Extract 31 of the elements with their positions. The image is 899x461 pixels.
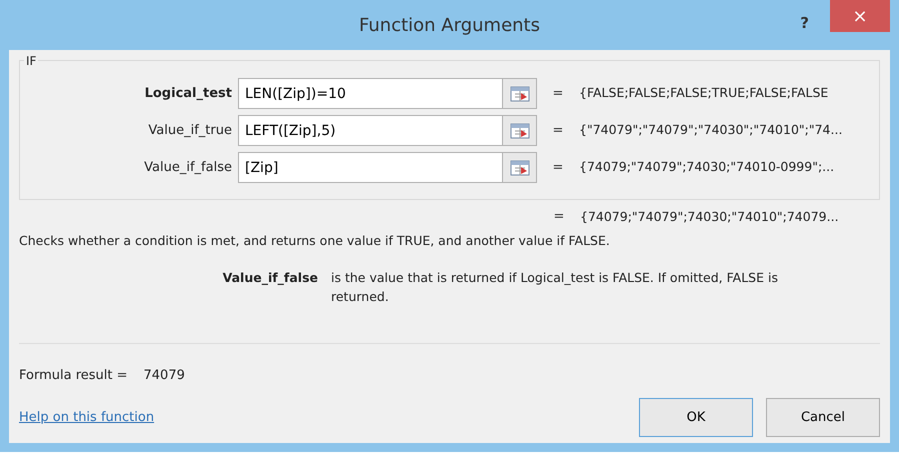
argument-field[interactable]: LEFT([Zip],5) (238, 115, 503, 146)
range-select-icon (510, 86, 530, 102)
collapse-button[interactable] (503, 78, 537, 109)
dialog-button[interactable]: OK (639, 398, 753, 437)
dialog-button[interactable]: Cancel (766, 398, 880, 437)
argument-field[interactable]: [Zip] (238, 152, 503, 183)
argument-field[interactable]: LEN([Zip])=10 (238, 78, 503, 109)
formula-result-label: Formula result = (19, 368, 128, 383)
equals-sign: = (552, 122, 564, 140)
help-button[interactable]: ? (794, 12, 815, 34)
help-link[interactable]: Help on this function (19, 408, 154, 428)
argument-result: {74079;"74079";74030;"74010-0999";... (579, 158, 834, 176)
result-preview: {74079;"74079";74030;"74010";74079... (580, 208, 840, 226)
collapse-button[interactable] (503, 152, 537, 183)
equals-sign: = (552, 208, 566, 226)
equals-sign: = (552, 84, 564, 103)
argument-result: {"74079";"74079";"74030";"74010";"74... (579, 121, 842, 140)
function-description: Checks whether a condition is met, and returns one value if TRUE, and another value if FALSE. (19, 232, 611, 250)
range-select-icon (510, 160, 530, 176)
collapse-button[interactable] (503, 115, 537, 146)
window-title: Function Arguments (359, 14, 540, 38)
argument-description: is the value that is returned if Logical_test is FALSE. If omitted, FALSE is returned. (331, 268, 779, 306)
formula-result-value: 74079 (144, 368, 185, 383)
close-button[interactable]: × (830, 0, 890, 32)
argument-result: {FALSE;FALSE;FALSE;TRUE;FALSE;FALSE (579, 84, 828, 102)
equals-sign: = (552, 158, 564, 177)
argument-label: Logical_test (144, 84, 233, 103)
argument-name: Value_if_false (222, 268, 319, 287)
argument-label: Value_if_true (147, 122, 233, 140)
range-select-icon (510, 122, 530, 138)
argument-label: Value_if_false (143, 158, 233, 177)
